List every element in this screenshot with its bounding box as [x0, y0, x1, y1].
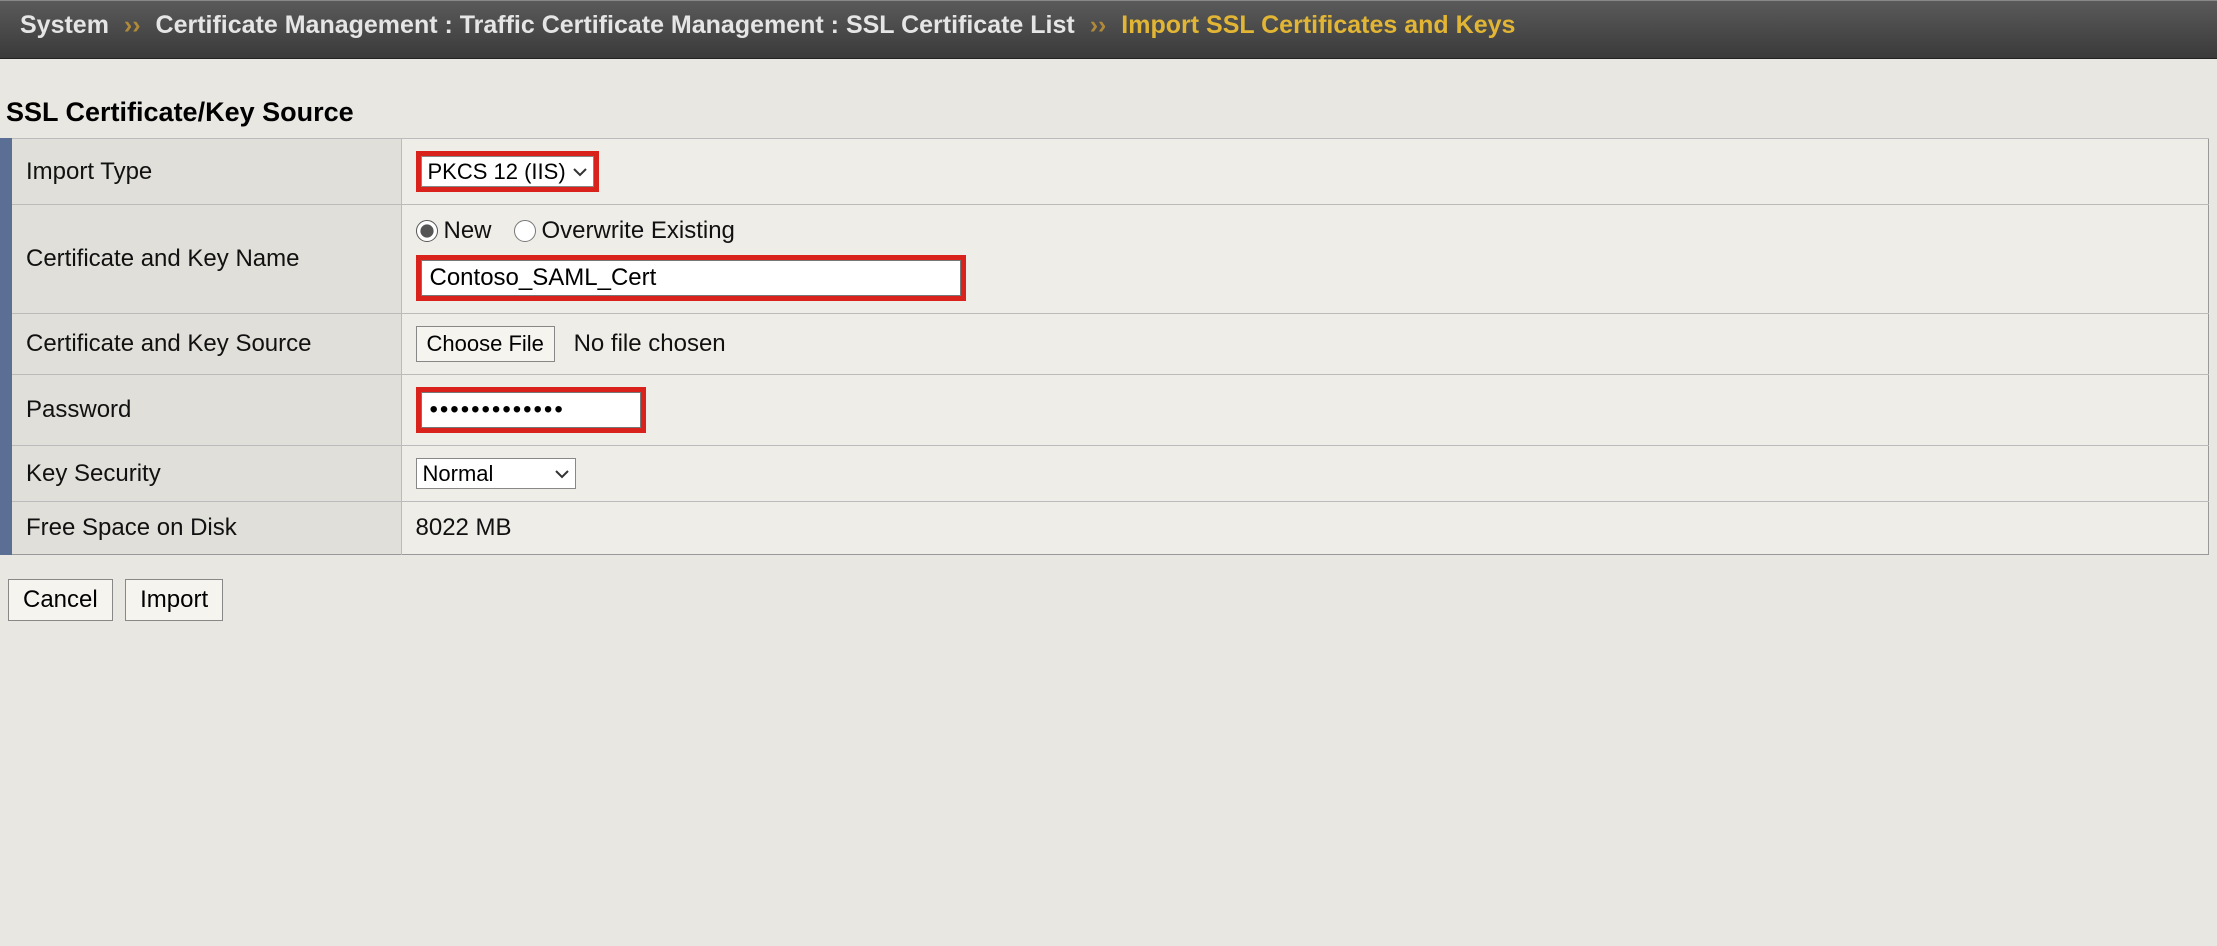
radio-new-label: New [444, 217, 492, 245]
row-key-security: Key Security Normal [6, 446, 2209, 502]
radio-new[interactable] [416, 220, 438, 242]
cancel-button[interactable]: Cancel [8, 579, 113, 621]
no-file-chosen-text: No file chosen [574, 330, 726, 357]
breadcrumb: System ›› Certificate Management : Traff… [0, 0, 2217, 59]
radio-overwrite-label: Overwrite Existing [542, 217, 735, 245]
highlight-cert-name [416, 255, 966, 301]
breadcrumb-current: Import SSL Certificates and Keys [1121, 11, 1515, 39]
choose-file-button[interactable]: Choose File [416, 326, 555, 362]
password-input[interactable] [421, 392, 641, 428]
label-cert-key-source: Certificate and Key Source [6, 314, 401, 375]
label-key-security: Key Security [6, 446, 401, 502]
row-cert-key-name: Certificate and Key Name New Overwrite E… [6, 205, 2209, 314]
breadcrumb-separator: ›› [124, 11, 141, 39]
row-free-space: Free Space on Disk 8022 MB [6, 502, 2209, 555]
label-password: Password [6, 375, 401, 446]
section-title: SSL Certificate/Key Source [0, 59, 2217, 138]
label-import-type: Import Type [6, 139, 401, 205]
radio-overwrite[interactable] [514, 220, 536, 242]
bottom-button-bar: Cancel Import [0, 575, 2217, 625]
label-free-space: Free Space on Disk [6, 502, 401, 555]
import-type-select[interactable]: PKCS 12 (IIS) [421, 156, 594, 187]
highlight-password [416, 387, 646, 433]
row-import-type: Import Type PKCS 12 (IIS) [6, 139, 2209, 205]
row-password: Password [6, 375, 2209, 446]
import-button[interactable]: Import [125, 579, 223, 621]
free-space-value: 8022 MB [401, 502, 2209, 555]
breadcrumb-separator: ›› [1090, 11, 1107, 39]
label-cert-key-name: Certificate and Key Name [6, 205, 401, 314]
key-security-select[interactable]: Normal [416, 458, 576, 489]
row-cert-key-source: Certificate and Key Source Choose File N… [6, 314, 2209, 375]
breadcrumb-root[interactable]: System [20, 11, 109, 39]
breadcrumb-path[interactable]: Certificate Management : Traffic Certifi… [156, 11, 1075, 39]
cert-key-name-input[interactable] [421, 260, 961, 296]
highlight-import-type: PKCS 12 (IIS) [416, 151, 599, 192]
ssl-cert-form-table: Import Type PKCS 12 (IIS) Certificate an… [0, 138, 2209, 555]
